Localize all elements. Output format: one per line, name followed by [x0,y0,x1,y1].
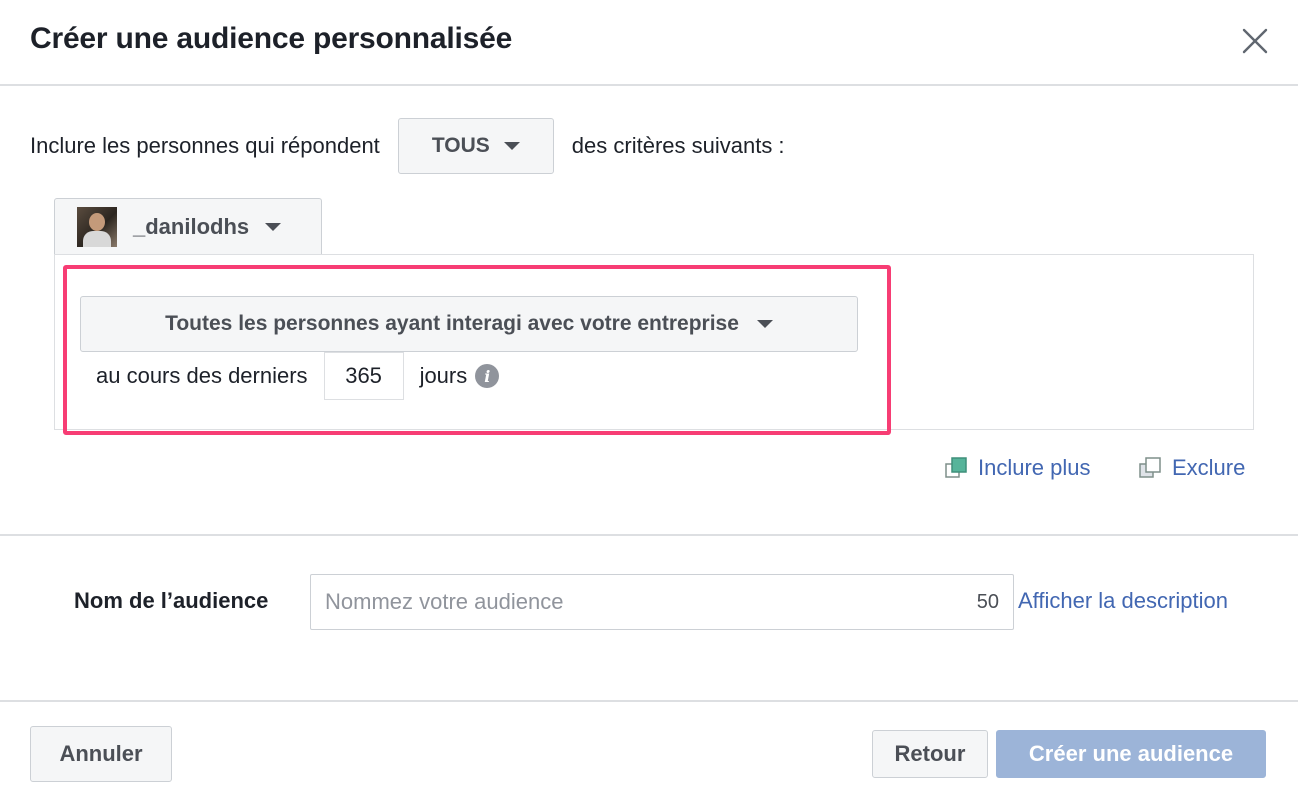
caret-down-icon [265,222,282,231]
match-type-dropdown[interactable]: TOUS [397,118,554,174]
criteria-suffix: des critères suivants : [571,133,785,158]
include-more-link[interactable]: Inclure plus [944,455,1091,481]
audience-name-label: Nom de l’audience [74,588,269,613]
cancel-button[interactable]: Annuler [30,726,172,782]
dialog-header: Créer une audience personnalisée [0,0,1298,86]
caret-down-icon [503,142,520,150]
exclude-icon [1139,457,1161,478]
create-audience-button[interactable]: Créer une audience [996,730,1266,778]
match-type-label: TOUS [431,134,490,157]
include-more-icon [945,457,967,478]
avatar [77,206,117,247]
exclude-link[interactable]: Exclure [1138,455,1245,481]
account-name: _danilodhs [133,213,250,239]
divider [0,534,1298,536]
show-description-link[interactable]: Afficher la description [1018,588,1228,614]
include-more-label: Inclure plus [978,455,1091,480]
audience-name-field[interactable]: 50 [310,574,1014,630]
criteria-prefix: Inclure les personnes qui répondent [30,133,380,158]
dialog-title: Créer une audience personnalisée [30,22,513,55]
source-account-dropdown[interactable]: _danilodhs [54,198,322,254]
audience-name-input[interactable] [311,575,977,629]
exclude-label: Exclure [1172,455,1246,480]
char-counter: 50 [976,590,999,613]
back-button[interactable]: Retour [872,730,988,778]
close-icon[interactable] [1238,24,1272,58]
criteria-row: Inclure les personnes qui répondent TOUS… [30,118,785,174]
highlight-annotation [63,265,891,435]
divider [0,700,1298,702]
